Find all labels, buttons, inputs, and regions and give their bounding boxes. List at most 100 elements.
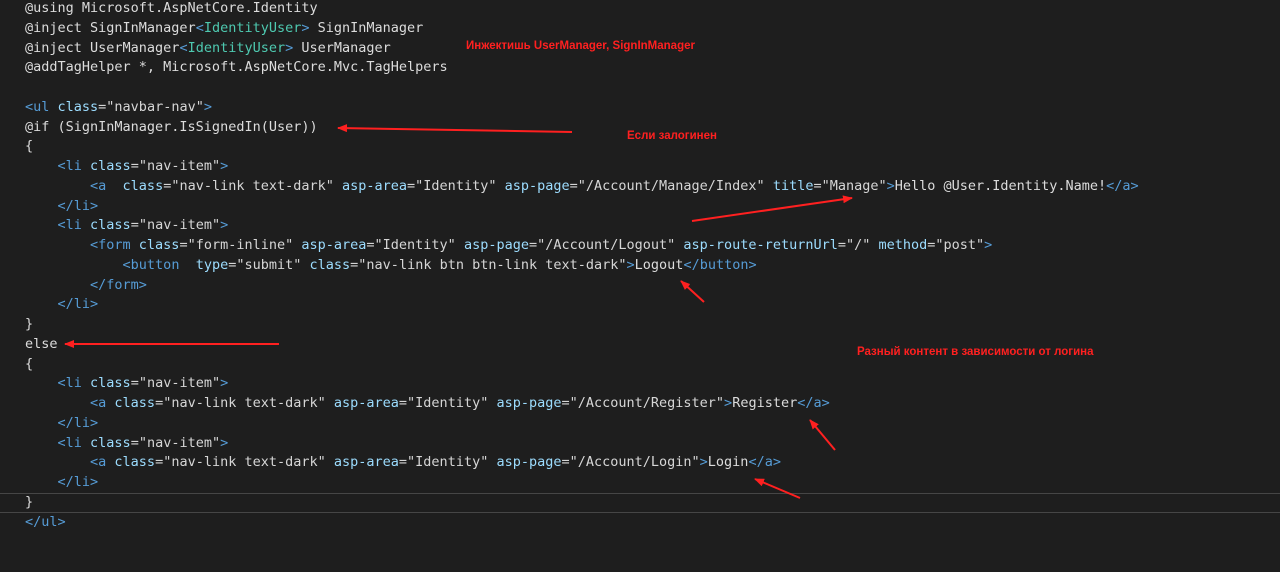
code-token: ="nav-link text-dark" bbox=[163, 177, 334, 194]
current-line-highlight bbox=[0, 493, 1280, 513]
code-token: @addTagHelper *, Microsoft.AspNetCore.Mv… bbox=[25, 59, 448, 76]
code-line[interactable]: else bbox=[25, 334, 58, 354]
code-token: class bbox=[49, 98, 99, 115]
annotation-inject: Инжектишь UserManager, SignInManager bbox=[466, 40, 695, 52]
code-line[interactable]: { bbox=[25, 136, 33, 156]
code-token: asp-area bbox=[325, 454, 399, 471]
code-token: } bbox=[25, 316, 34, 332]
code-token: > bbox=[626, 256, 635, 273]
code-token: else bbox=[25, 335, 58, 352]
code-token: UserManager bbox=[293, 39, 391, 56]
code-line[interactable]: @using Microsoft.AspNetCore.Identity bbox=[25, 0, 318, 18]
code-token: method bbox=[870, 237, 928, 253]
code-token: @if (SignInManager.IsSignedIn(User)) bbox=[25, 118, 318, 135]
code-editor[interactable]: @using Microsoft.AspNetCore.Identity @inj… bbox=[0, 0, 1280, 572]
code-token: <li bbox=[57, 375, 82, 392]
code-line[interactable]: <li class="nav-item"> bbox=[25, 373, 229, 393]
code-line[interactable]: } bbox=[25, 492, 33, 512]
code-token: <button bbox=[122, 256, 180, 273]
code-token: ="nav-item" bbox=[130, 217, 221, 234]
code-line[interactable]: <a class="nav-link text-dark" asp-area="… bbox=[25, 176, 1139, 196]
code-token: <li bbox=[57, 217, 82, 234]
code-token: ="/Account/Register" bbox=[561, 395, 725, 411]
code-token: class bbox=[106, 454, 156, 471]
code-token: </a> bbox=[797, 395, 830, 411]
code-token: > bbox=[220, 158, 229, 174]
code-line[interactable]: { bbox=[25, 354, 33, 374]
code-token: title bbox=[764, 177, 814, 194]
code-line[interactable]: } bbox=[25, 314, 33, 334]
arrow-register bbox=[809, 419, 836, 451]
code-token: Login bbox=[707, 454, 749, 471]
code-line[interactable]: @if (SignInManager.IsSignedIn(User)) bbox=[25, 117, 318, 137]
code-token: <li bbox=[57, 434, 82, 451]
code-token: </a> bbox=[1106, 177, 1139, 194]
code-token: class bbox=[81, 375, 131, 392]
code-line[interactable]: <button type="submit" class="nav-link bt… bbox=[25, 255, 757, 275]
code-line[interactable]: </li> bbox=[25, 472, 99, 492]
code-token: > bbox=[886, 177, 895, 194]
code-token: Hello @User.Identity.Name! bbox=[894, 177, 1107, 194]
code-line[interactable]: </li> bbox=[25, 413, 99, 433]
code-token: </button> bbox=[683, 256, 757, 273]
code-token: { bbox=[25, 138, 34, 155]
code-line[interactable]: <ul class="navbar-nav"> bbox=[25, 97, 212, 117]
code-token: ="Identity" bbox=[407, 177, 497, 194]
code-line[interactable]: <a class="nav-link text-dark" asp-area="… bbox=[25, 393, 830, 413]
code-line[interactable]: </form> bbox=[25, 275, 147, 295]
code-token: > bbox=[203, 98, 212, 115]
code-line[interactable]: <li class="nav-item"> bbox=[25, 433, 229, 453]
code-token: ="/Account/Manage/Index" bbox=[569, 177, 765, 194]
code-line[interactable]: <form class="form-inline" asp-area="Iden… bbox=[25, 235, 992, 255]
code-line[interactable]: <li class="nav-item"> bbox=[25, 215, 229, 235]
code-token: <ul bbox=[25, 98, 50, 115]
code-token: ="Identity" bbox=[398, 395, 489, 411]
code-token: > bbox=[699, 454, 708, 471]
code-token: ="post" bbox=[927, 237, 985, 253]
code-line[interactable]: @inject SignInManager<IdentityUser> Sign… bbox=[25, 18, 423, 38]
code-token: Logout bbox=[634, 256, 684, 273]
code-token: <a bbox=[90, 454, 107, 471]
code-token: </form> bbox=[90, 276, 147, 293]
code-token: SignInManager bbox=[309, 19, 424, 36]
code-token: @using Microsoft.AspNetCore.Identity bbox=[25, 0, 318, 16]
code-token: @inject UserManager bbox=[25, 39, 180, 56]
code-line[interactable]: </li> bbox=[25, 196, 99, 216]
code-token: asp-area bbox=[293, 237, 367, 253]
code-token: IdentityUser bbox=[203, 19, 302, 36]
code-token: <li bbox=[57, 158, 82, 174]
code-token: { bbox=[25, 355, 34, 372]
code-token: ="nav-item" bbox=[130, 434, 221, 451]
code-token: </a> bbox=[748, 454, 781, 471]
code-line[interactable]: </li> bbox=[25, 294, 99, 314]
code-token: > bbox=[220, 217, 229, 234]
code-token: <form bbox=[90, 237, 131, 253]
code-token: > bbox=[220, 434, 229, 451]
code-token: asp-route-returnUrl bbox=[675, 237, 838, 253]
code-line[interactable]: <li class="nav-item"> bbox=[25, 156, 229, 176]
code-token: ="nav-link text-dark" bbox=[155, 454, 326, 471]
code-token: ="/Account/Logout" bbox=[528, 237, 676, 253]
code-token: ="form-inline" bbox=[179, 237, 294, 253]
code-token: Register bbox=[732, 395, 798, 411]
code-line[interactable]: @addTagHelper *, Microsoft.AspNetCore.Mv… bbox=[25, 57, 448, 77]
code-line[interactable]: <a class="nav-link text-dark" asp-area="… bbox=[25, 452, 781, 472]
code-line[interactable]: @inject UserManager<IdentityUser> UserMa… bbox=[25, 38, 391, 58]
code-token: ="Identity" bbox=[366, 237, 456, 253]
code-line[interactable]: </ul> bbox=[25, 512, 66, 532]
code-token: class bbox=[301, 256, 351, 273]
code-token: class bbox=[106, 177, 164, 194]
code-token: </li> bbox=[57, 474, 99, 490]
code-token: asp-page bbox=[488, 454, 562, 471]
code-token: ="submit" bbox=[228, 256, 302, 273]
code-token: ="Identity" bbox=[398, 454, 489, 471]
